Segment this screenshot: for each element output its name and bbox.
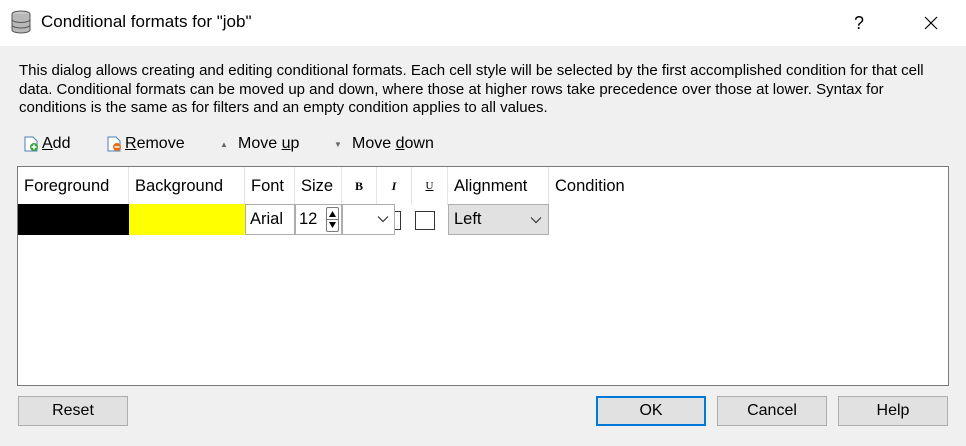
close-icon: [924, 16, 938, 30]
chevron-down-icon: [530, 217, 542, 224]
background-color-cell[interactable]: [129, 204, 245, 235]
size-stepper[interactable]: 12: [295, 204, 342, 235]
database-icon: [11, 10, 31, 34]
add-label-mnemonic: A: [42, 135, 53, 152]
size-value: 12: [299, 210, 318, 228]
header-bold[interactable]: B: [342, 167, 377, 205]
alignment-value: Left: [454, 210, 482, 228]
header-foreground[interactable]: Foreground: [18, 167, 129, 205]
description-text: This dialog allows creating and editing …: [19, 62, 924, 116]
help-button[interactable]: Help: [838, 396, 948, 426]
move-up-label-rest: p: [290, 135, 300, 152]
add-label: dd: [52, 135, 71, 152]
table-row[interactable]: Arial 12 Left: [18, 204, 948, 235]
move-down-button[interactable]: ▼ Move down: [332, 130, 434, 158]
ok-button[interactable]: OK: [596, 396, 706, 426]
size-spin-buttons[interactable]: [326, 207, 339, 232]
underline-checkbox[interactable]: [415, 211, 435, 230]
remove-icon: [107, 136, 121, 152]
alignment-dropdown[interactable]: Left: [448, 204, 549, 235]
chevron-down-icon: [377, 216, 389, 223]
header-background[interactable]: Background: [129, 167, 245, 205]
header-underline[interactable]: U: [412, 167, 448, 205]
move-down-label: Move: [352, 135, 396, 152]
title-bar: Conditional formats for "job" ?: [0, 0, 966, 46]
arrow-up-icon: ▲: [220, 139, 228, 149]
font-field[interactable]: Arial: [245, 204, 295, 235]
remove-label: emove: [136, 135, 185, 152]
header-alignment[interactable]: Alignment: [448, 167, 549, 205]
arrow-down-icon: ▼: [334, 139, 342, 149]
close-button[interactable]: [908, 0, 954, 46]
reset-button[interactable]: Reset: [18, 396, 128, 426]
move-up-button[interactable]: ▲ Move up: [218, 130, 299, 158]
header-size[interactable]: Size: [295, 167, 342, 205]
move-up-label: Move: [238, 135, 282, 152]
window-title: Conditional formats for "job": [41, 12, 252, 31]
add-button[interactable]: Add: [23, 130, 70, 158]
add-icon: [24, 136, 38, 152]
spin-arrows-icon: [327, 211, 338, 228]
table-header: Foreground Background Font Size B I U Al…: [18, 167, 948, 205]
remove-label-mnemonic: R: [125, 135, 137, 152]
toolbar: Add Remove ▲ Move up ▼ Move down: [0, 130, 966, 158]
conditional-formats-table[interactable]: Foreground Background Font Size B I U Al…: [17, 166, 949, 386]
header-font[interactable]: Font: [245, 167, 295, 205]
title-help-button[interactable]: ?: [836, 0, 882, 46]
italic-checkbox[interactable]: [395, 211, 401, 230]
bold-dropdown[interactable]: [342, 204, 395, 235]
cancel-button[interactable]: Cancel: [717, 396, 827, 426]
remove-button[interactable]: Remove: [106, 130, 185, 158]
foreground-color-cell[interactable]: [18, 204, 129, 235]
move-down-label-rest: own: [404, 135, 434, 152]
header-condition[interactable]: Condition: [549, 167, 948, 205]
header-italic[interactable]: I: [377, 167, 412, 205]
